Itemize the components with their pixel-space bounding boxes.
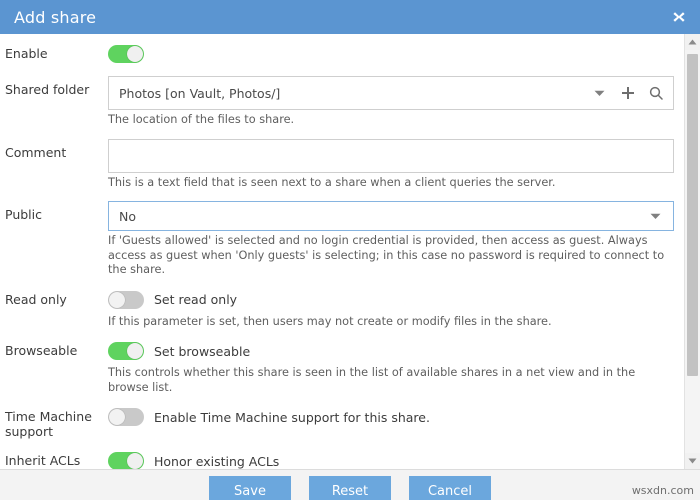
search-icon[interactable]: [648, 86, 663, 101]
label-shared-folder: Shared folder: [5, 76, 108, 97]
toggle-label-read-only: Set read only: [154, 292, 237, 307]
dialog-footer: Save Reset Cancel wsxdn.com: [0, 470, 700, 500]
label-inherit-acls: Inherit ACLs: [5, 450, 108, 468]
form-row-time-machine-support: Time Machine support Enable Time Machine…: [0, 406, 684, 439]
hint-shared-folder: The location of the files to share.: [108, 113, 674, 128]
chevron-down-icon[interactable]: [648, 209, 663, 224]
toggle-label-inherit-acls: Honor existing ACLs: [154, 454, 279, 469]
chevron-down-icon[interactable]: [592, 86, 607, 101]
toggle-browseable[interactable]: [108, 342, 144, 360]
hint-comment: This is a text field that is seen next t…: [108, 176, 674, 191]
form-row-inherit-acls: Inherit ACLs Honor existing ACLs This pa…: [0, 450, 684, 469]
public-select[interactable]: No: [108, 201, 674, 231]
close-icon[interactable]: [669, 7, 689, 27]
vertical-scrollbar[interactable]: [684, 34, 700, 469]
hint-public: If 'Guests allowed' is selected and no l…: [108, 234, 674, 278]
form-row-browseable: Browseable Set browseable This controls …: [0, 340, 684, 395]
share-settings-form: Enable Shared folder Photos [on Vault, P…: [0, 34, 684, 469]
save-button[interactable]: Save: [209, 476, 291, 500]
public-select-value: No: [119, 209, 136, 224]
label-browseable: Browseable: [5, 340, 108, 358]
toggle-time-machine-support[interactable]: [108, 408, 144, 426]
scroll-up-arrow-icon[interactable]: [685, 34, 700, 50]
toggle-enable[interactable]: [108, 45, 144, 63]
label-enable: Enable: [5, 43, 108, 61]
label-public: Public: [5, 201, 108, 222]
shared-folder-value: Photos [on Vault, Photos/]: [119, 86, 592, 101]
scrollbar-thumb[interactable]: [687, 54, 698, 376]
form-row-shared-folder: Shared folder Photos [on Vault, Photos/]: [0, 76, 684, 128]
label-time-machine-support: Time Machine support: [5, 406, 108, 439]
plus-icon[interactable]: [620, 86, 635, 101]
label-comment: Comment: [5, 139, 108, 160]
cancel-button[interactable]: Cancel: [409, 476, 491, 500]
hint-read-only: If this parameter is set, then users may…: [108, 315, 674, 330]
dialog-titlebar: Add share: [0, 0, 700, 34]
form-row-read-only: Read only Set read only If this paramete…: [0, 289, 684, 330]
shared-folder-field[interactable]: Photos [on Vault, Photos/]: [108, 76, 674, 110]
form-row-public: Public No If 'Guests allowed' is selecte…: [0, 201, 684, 278]
scrollbar-track[interactable]: [685, 50, 700, 453]
dialog-title: Add share: [14, 8, 96, 27]
toggle-read-only[interactable]: [108, 291, 144, 309]
dialog-body: Enable Shared folder Photos [on Vault, P…: [0, 34, 700, 470]
watermark: wsxdn.com: [632, 484, 694, 497]
form-row-comment: Comment This is a text field that is see…: [0, 139, 684, 191]
toggle-inherit-acls[interactable]: [108, 452, 144, 469]
comment-field[interactable]: [108, 139, 674, 173]
hint-browseable: This controls whether this share is seen…: [108, 366, 674, 395]
add-share-dialog: Add share Enable Shared folder: [0, 0, 700, 500]
label-read-only: Read only: [5, 289, 108, 307]
form-row-enable: Enable: [0, 43, 684, 65]
reset-button[interactable]: Reset: [309, 476, 391, 500]
scroll-down-arrow-icon[interactable]: [685, 453, 700, 469]
toggle-label-browseable: Set browseable: [154, 344, 250, 359]
toggle-label-time-machine-support: Enable Time Machine support for this sha…: [154, 410, 430, 425]
